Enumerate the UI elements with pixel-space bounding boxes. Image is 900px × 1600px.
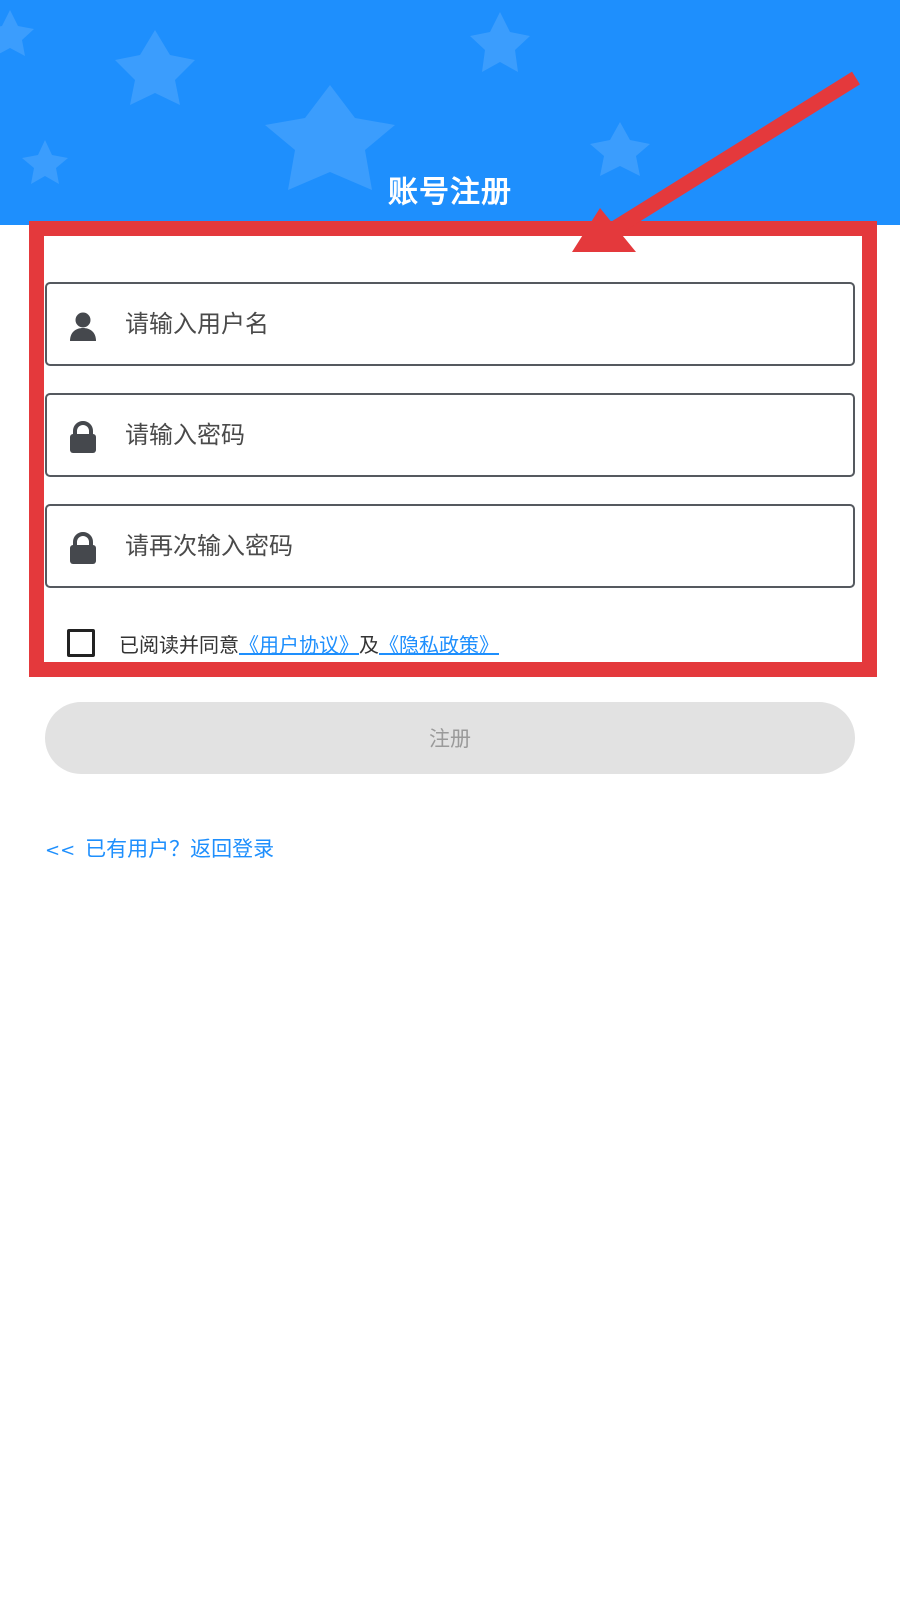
lock-icon <box>68 532 98 564</box>
username-field[interactable] <box>45 282 855 366</box>
annotation-arrow-icon <box>572 71 860 252</box>
user-agreement-link[interactable]: 《用户协议》 <box>239 633 359 657</box>
privacy-policy-link[interactable]: 《隐私政策》 <box>379 633 499 657</box>
username-input[interactable] <box>123 286 823 362</box>
agreement-conjunction: 及 <box>359 632 379 657</box>
user-icon <box>68 310 98 342</box>
agreement-checkbox[interactable] <box>67 629 95 657</box>
back-to-login-label: 已有用户？返回登录 <box>85 837 275 861</box>
register-button[interactable]: 注册 <box>45 702 855 774</box>
header-banner: 账号注册 <box>0 0 900 225</box>
confirm-password-field[interactable] <box>45 504 855 588</box>
agreement-text: 已阅读并同意《用户协议》及《隐私政策》 <box>119 629 499 658</box>
lock-icon <box>68 421 98 453</box>
register-page: 账号注册 请输入用户名 已阅读并同意《用户协议》及《隐私政策》 注册 << 已有… <box>0 0 900 1600</box>
back-to-login-link[interactable]: << 已有用户？返回登录 <box>45 833 274 863</box>
confirm-password-input[interactable] <box>123 508 823 584</box>
password-field[interactable] <box>45 393 855 477</box>
back-arrows-icon: << <box>45 840 76 861</box>
agreement-row: 已阅读并同意《用户协议》及《隐私政策》 <box>67 628 499 658</box>
agreement-prefix: 已阅读并同意 <box>119 632 239 657</box>
page-title: 账号注册 <box>388 175 512 210</box>
password-input[interactable] <box>123 397 823 473</box>
